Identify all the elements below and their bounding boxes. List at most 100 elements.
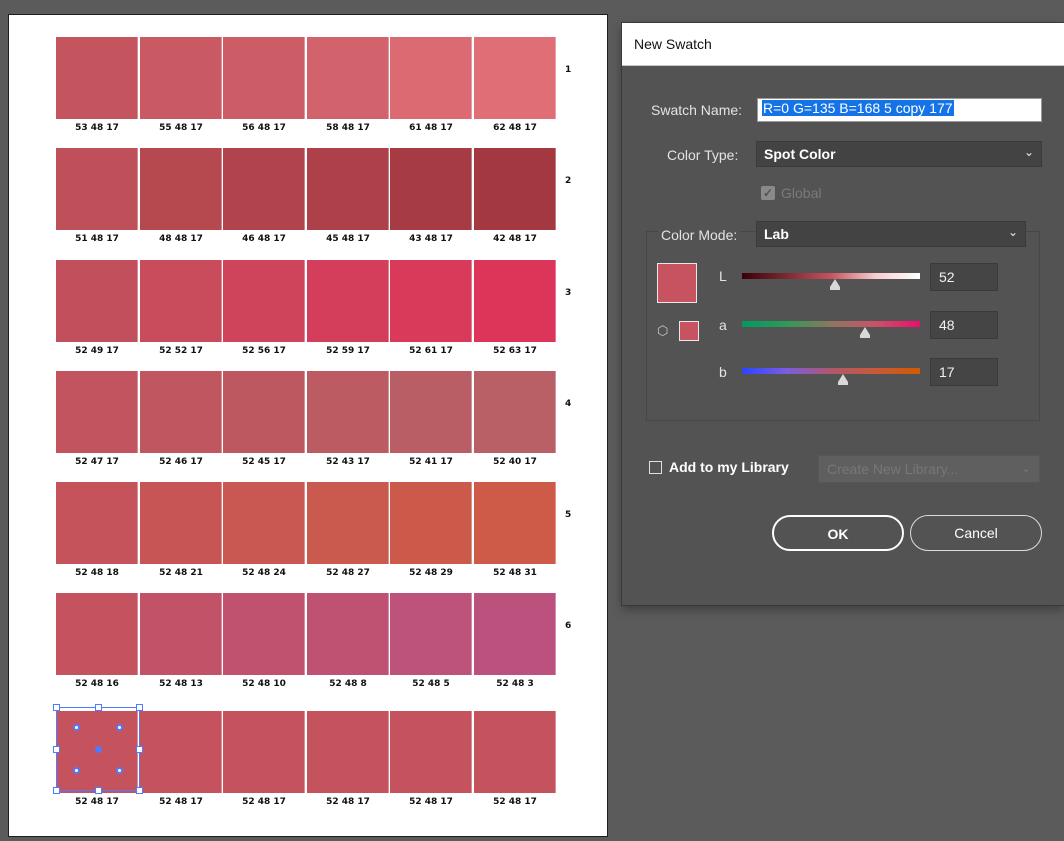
slider-a-track[interactable] <box>742 321 920 327</box>
color-swatch[interactable] <box>56 593 139 675</box>
swatch-label: 52 48 16 <box>75 679 119 689</box>
color-swatch[interactable] <box>474 37 557 119</box>
new-swatch-dialog: New Swatch Swatch Name: R=0 G=135 B=168 … <box>622 23 1064 605</box>
color-swatch[interactable] <box>474 148 557 230</box>
selection-handle-bottom-left[interactable] <box>53 787 60 794</box>
color-swatch[interactable] <box>223 260 306 342</box>
selection-bounding-box[interactable] <box>53 704 143 794</box>
row-number: 2 <box>565 176 572 186</box>
color-swatch[interactable] <box>390 260 473 342</box>
color-swatch[interactable] <box>223 711 306 793</box>
color-swatch[interactable] <box>140 371 223 453</box>
row-number: 4 <box>565 399 572 409</box>
color-type-dropdown[interactable]: Spot Color ⌄ <box>756 141 1042 167</box>
color-swatch[interactable] <box>56 37 139 119</box>
selection-handle-bottom-right[interactable] <box>136 787 143 794</box>
selection-handle-left[interactable] <box>53 746 60 753</box>
l-value-field[interactable]: 52 <box>930 263 998 291</box>
dialog-titlebar[interactable]: New Swatch <box>622 23 1064 66</box>
color-swatch[interactable] <box>390 593 473 675</box>
swatch-name-input[interactable]: R=0 G=135 B=168 5 copy 177 <box>757 98 1042 122</box>
row-number: 1 <box>565 65 572 75</box>
color-swatch[interactable] <box>223 37 306 119</box>
swatch-row: 52 48 18 52 48 21 52 48 24 52 48 27 52 48 29… <box>56 482 557 582</box>
color-mode-dropdown[interactable]: Lab ⌄ <box>756 221 1026 247</box>
color-swatch[interactable] <box>223 482 306 564</box>
swatch-label: 62 48 17 <box>493 123 537 133</box>
anchor-point-bottom-left[interactable] <box>73 767 80 774</box>
anchor-point-top-left[interactable] <box>73 724 80 731</box>
swatch-label: 52 48 31 <box>493 568 537 578</box>
color-swatch[interactable] <box>474 482 557 564</box>
swatch-label: 45 48 17 <box>326 234 370 244</box>
selection-handle-top[interactable] <box>95 704 102 711</box>
color-swatch[interactable] <box>474 593 557 675</box>
color-swatch[interactable] <box>140 593 223 675</box>
swatch-label: 48 48 17 <box>159 234 203 244</box>
color-swatch[interactable] <box>474 711 557 793</box>
artboard[interactable]: 53 48 17 55 48 17 56 48 17 58 48 17 61 48 17… <box>8 14 608 837</box>
anchor-point-bottom-right[interactable] <box>116 767 123 774</box>
swatch-label: 56 48 17 <box>242 123 286 133</box>
color-swatch[interactable] <box>140 37 223 119</box>
a-value-field[interactable]: 48 <box>930 311 998 339</box>
color-swatch[interactable] <box>140 711 223 793</box>
swatch-label: 52 63 17 <box>493 346 537 356</box>
color-swatch[interactable] <box>223 148 306 230</box>
selection-handle-right[interactable] <box>136 746 143 753</box>
center-point <box>95 746 102 753</box>
swatch-label: 43 48 17 <box>409 234 453 244</box>
color-swatch[interactable] <box>307 260 390 342</box>
slider-b-track[interactable] <box>742 368 920 374</box>
color-swatch[interactable] <box>390 482 473 564</box>
color-mode-label: Color Mode: <box>658 227 741 243</box>
swatch-label: 52 40 17 <box>493 457 537 467</box>
in-gamut-color-swatch[interactable] <box>679 321 699 341</box>
slider-b-thumb[interactable] <box>838 374 849 385</box>
swatch-label: 61 48 17 <box>409 123 453 133</box>
color-swatch[interactable] <box>56 148 139 230</box>
add-to-library-checkbox[interactable] <box>649 461 662 474</box>
color-swatch[interactable] <box>307 148 390 230</box>
anchor-point-top-right[interactable] <box>116 724 123 731</box>
row-number: 5 <box>565 510 572 520</box>
swatch-label: 51 48 17 <box>75 234 119 244</box>
selection-handle-top-right[interactable] <box>136 704 143 711</box>
cancel-button[interactable]: Cancel <box>910 515 1042 551</box>
color-swatch[interactable] <box>390 148 473 230</box>
swatch-label: 52 48 17 <box>75 797 119 807</box>
color-swatch[interactable] <box>223 371 306 453</box>
add-to-library-label[interactable]: Add to my Library <box>669 459 789 475</box>
color-swatch[interactable] <box>140 482 223 564</box>
out-of-gamut-cube-icon[interactable]: ⬡ <box>657 323 668 339</box>
global-checkbox[interactable]: ✓ <box>761 186 775 200</box>
color-swatch[interactable] <box>56 371 139 453</box>
slider-l-thumb[interactable] <box>829 279 840 290</box>
selection-handle-top-left[interactable] <box>53 704 60 711</box>
swatch-label: 52 59 17 <box>326 346 370 356</box>
color-swatch[interactable] <box>307 37 390 119</box>
color-swatch[interactable] <box>390 37 473 119</box>
color-swatch[interactable] <box>390 711 473 793</box>
swatch-label: 52 48 13 <box>159 679 203 689</box>
color-swatch[interactable] <box>307 711 390 793</box>
swatch-label: 52 48 10 <box>242 679 286 689</box>
color-swatch[interactable] <box>474 260 557 342</box>
global-label: Global <box>781 185 822 201</box>
swatch-name-label: Swatch Name: <box>651 102 743 118</box>
selection-handle-bottom[interactable] <box>95 787 102 794</box>
color-swatch[interactable] <box>307 371 390 453</box>
color-swatch[interactable] <box>56 482 139 564</box>
slider-a-thumb[interactable] <box>859 327 870 338</box>
color-swatch[interactable] <box>390 371 473 453</box>
color-swatch[interactable] <box>307 593 390 675</box>
color-swatch[interactable] <box>307 482 390 564</box>
color-swatch[interactable] <box>223 593 306 675</box>
color-swatch[interactable] <box>140 148 223 230</box>
color-swatch[interactable] <box>56 260 139 342</box>
b-value-field[interactable]: 17 <box>930 358 998 386</box>
ok-button[interactable]: OK <box>772 515 904 551</box>
chevron-down-icon: ⌄ <box>1023 145 1034 159</box>
color-swatch[interactable] <box>140 260 223 342</box>
color-swatch[interactable] <box>474 371 557 453</box>
